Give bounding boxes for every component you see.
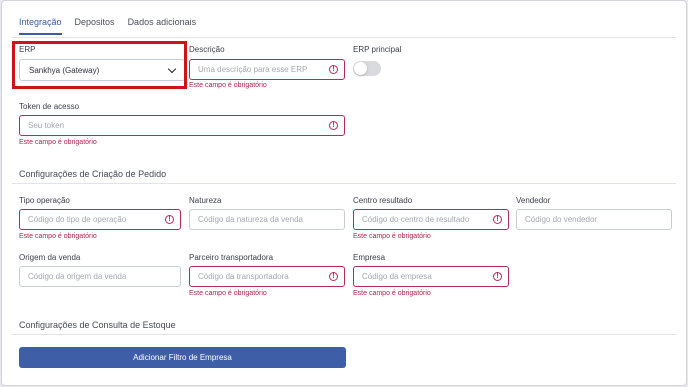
centro-resultado-input[interactable]: Código do centro de resultado ! xyxy=(353,209,509,230)
tab-depositos[interactable]: Depositos xyxy=(75,17,115,35)
estoque-section-divider xyxy=(12,334,676,335)
descricao-error: Este campo é obrigatório xyxy=(189,82,267,89)
erp-principal-toggle[interactable] xyxy=(353,61,381,76)
pedido-section-title: Configurações de Criação de Pedido xyxy=(19,169,167,179)
natureza-label: Natureza xyxy=(189,196,222,205)
tipo-operacao-input[interactable]: Código do tipo de operação ! xyxy=(19,209,181,230)
tipo-operacao-error: Este campo é obrigatório xyxy=(19,233,97,240)
parceiro-transportadora-label: Parceiro transportadora xyxy=(189,253,274,262)
highlight-box xyxy=(12,41,187,89)
token-error: Este campo é obrigatório xyxy=(19,139,97,146)
erp-principal-label: ERP principal xyxy=(353,45,402,54)
origem-venda-placeholder: Código da origem da venda xyxy=(28,272,127,281)
token-input[interactable]: Seu token ! xyxy=(19,115,345,136)
parceiro-transportadora-placeholder: Código da transportadora xyxy=(198,272,289,281)
origem-venda-label: Origem da venda xyxy=(19,253,81,262)
error-icon: ! xyxy=(165,215,174,224)
integration-panel: Integração Depositos Dados adicionais ER… xyxy=(1,0,687,386)
centro-resultado-label: Centro resultado xyxy=(353,196,413,205)
error-icon: ! xyxy=(329,121,338,130)
add-filter-button[interactable]: Adicionar Filtro de Empresa xyxy=(19,347,346,368)
parceiro-transportadora-input[interactable]: Código da transportadora ! xyxy=(189,266,345,287)
centro-resultado-placeholder: Código do centro de resultado xyxy=(362,215,470,224)
toggle-knob xyxy=(354,62,367,75)
error-icon: ! xyxy=(493,272,502,281)
tipo-operacao-label: Tipo operação xyxy=(19,196,70,205)
tab-dados-adicionais[interactable]: Dados adicionais xyxy=(128,17,197,35)
tab-bar: Integração Depositos Dados adicionais xyxy=(19,17,196,35)
error-icon: ! xyxy=(493,215,502,224)
natureza-placeholder: Código da natureza da venda xyxy=(198,215,303,224)
empresa-error: Este campo é obrigatório xyxy=(353,290,431,297)
vendedor-label: Vendedor xyxy=(516,196,551,205)
descricao-input[interactable]: Uma descrição para esse ERP ! xyxy=(189,59,345,80)
origem-venda-input[interactable]: Código da origem da venda xyxy=(19,266,181,287)
vendedor-input[interactable]: Código do vendedor xyxy=(516,209,672,230)
centro-resultado-error: Este campo é obrigatório xyxy=(353,233,431,240)
empresa-input[interactable]: Código da empresa ! xyxy=(353,266,509,287)
empresa-label: Empresa xyxy=(353,253,386,262)
parceiro-transportadora-error: Este campo é obrigatório xyxy=(189,290,267,297)
error-icon: ! xyxy=(329,272,338,281)
descricao-placeholder: Uma descrição para esse ERP xyxy=(198,65,308,74)
tabs-divider xyxy=(12,37,676,38)
vendedor-placeholder: Código do vendedor xyxy=(525,215,598,224)
natureza-input[interactable]: Código da natureza da venda xyxy=(189,209,345,230)
error-icon: ! xyxy=(329,65,338,74)
descricao-label: Descrição xyxy=(189,45,225,54)
tipo-operacao-placeholder: Código do tipo de operação xyxy=(28,215,127,224)
empresa-placeholder: Código da empresa xyxy=(362,272,432,281)
estoque-section-title: Configurações de Consulta de Estoque xyxy=(19,320,176,330)
token-placeholder: Seu token xyxy=(28,121,65,130)
tab-integracao[interactable]: Integração xyxy=(19,17,62,35)
pedido-section-divider xyxy=(12,183,676,184)
token-label: Token de acesso xyxy=(19,102,80,111)
